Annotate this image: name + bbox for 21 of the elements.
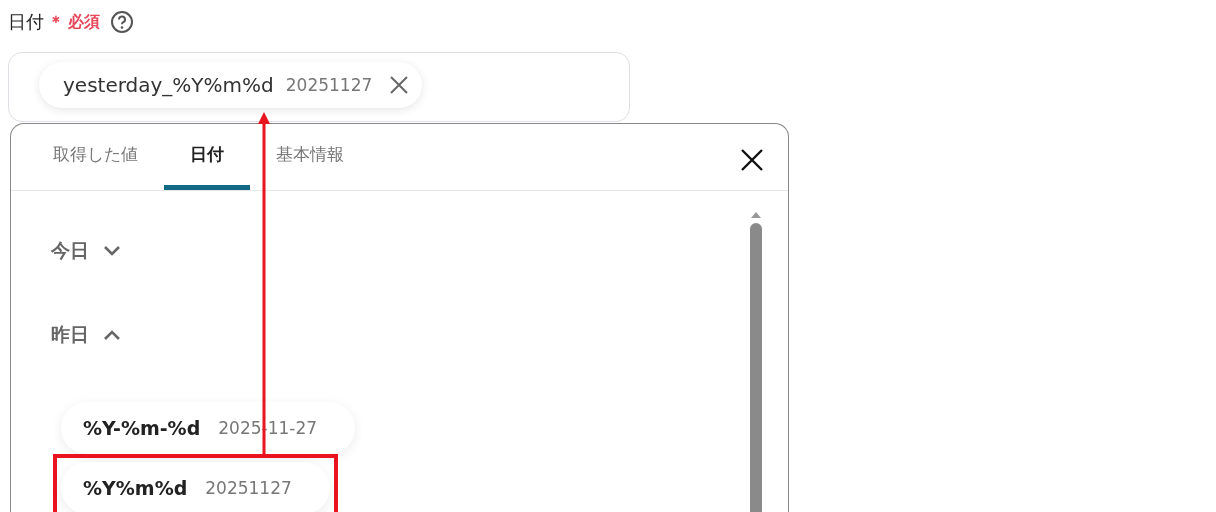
required-label: 必須 <box>68 11 100 33</box>
section-header[interactable]: 今日 <box>51 238 89 264</box>
tab[interactable]: 基本情報 <box>250 124 370 190</box>
required-mark: ＊ <box>48 11 64 33</box>
tab[interactable]: 日付 <box>164 124 250 190</box>
tab[interactable]: 取得した値 <box>27 124 164 190</box>
chip-name: %Y%m%d <box>83 477 188 499</box>
chevron-up-icon[interactable] <box>103 329 121 341</box>
chip-name: yesterday_%Y%m%d <box>63 73 274 97</box>
help-icon[interactable] <box>110 10 134 34</box>
variable-chip[interactable]: %Y%m%d 20251127 <box>61 462 330 512</box>
chevron-down-icon[interactable] <box>103 245 121 257</box>
scroll-up-icon[interactable] <box>750 211 762 219</box>
close-icon[interactable] <box>740 148 764 172</box>
chip-value: 20251127 <box>205 478 292 498</box>
date-field[interactable]: yesterday_%Y%m%d 20251127 <box>8 52 630 122</box>
section-header[interactable]: 昨日 <box>51 322 89 348</box>
chip-name: %Y-%m-%d <box>83 417 201 439</box>
field-label: 日付 <box>8 10 44 34</box>
chip-value: 20251127 <box>285 75 373 95</box>
scrollbar-thumb[interactable] <box>750 223 762 512</box>
